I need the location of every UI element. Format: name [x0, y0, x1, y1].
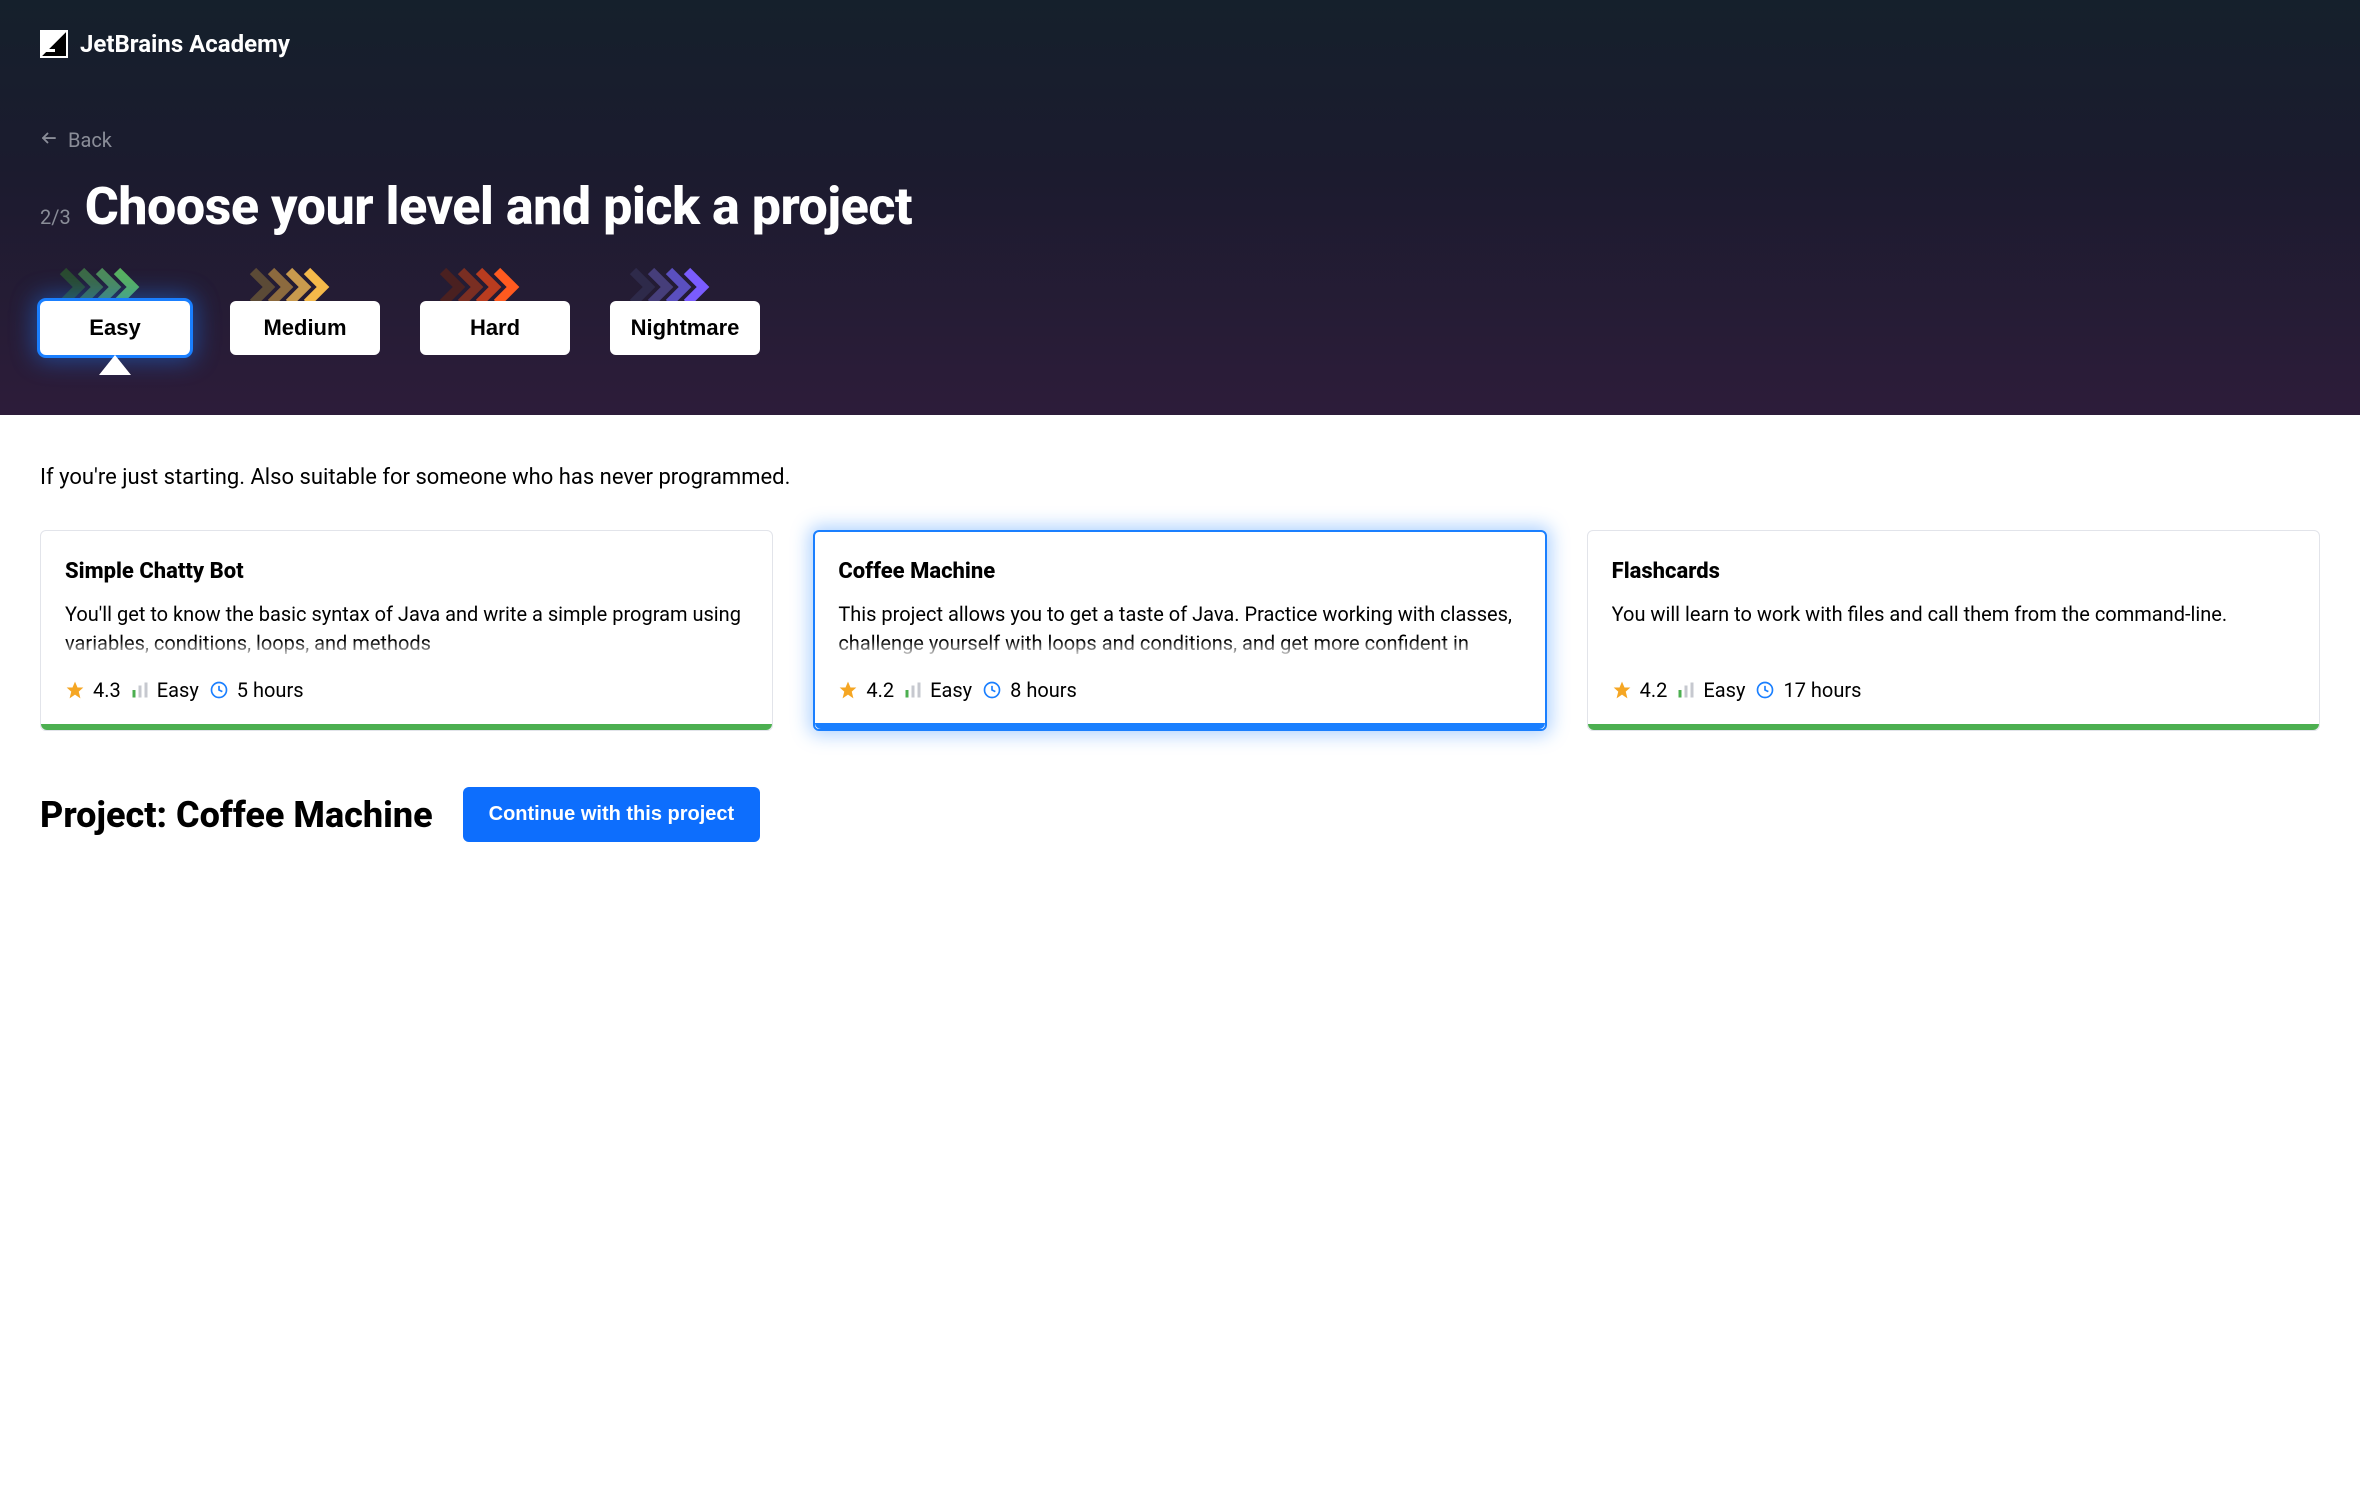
- level-button-easy[interactable]: Easy: [40, 301, 190, 355]
- project-meta: 4.2 Easy 8 hours: [838, 678, 1521, 702]
- active-tab-pointer-icon: [99, 355, 131, 375]
- clock-icon: [209, 680, 229, 700]
- star-icon: [838, 680, 858, 700]
- difficulty-bars-icon: [1677, 681, 1695, 699]
- back-button[interactable]: Back: [40, 128, 2320, 152]
- title-row: 2/3 Choose your level and pick a project: [40, 176, 2320, 237]
- project-difficulty: Easy: [930, 678, 972, 702]
- project-duration: 8 hours: [1010, 678, 1077, 702]
- project-cards-row: Simple Chatty Bot You'll get to know the …: [40, 530, 2320, 731]
- content-area: If you're just starting. Also suitable f…: [0, 415, 2360, 882]
- clock-icon: [982, 680, 1002, 700]
- level-description: If you're just starting. Also suitable f…: [40, 465, 2320, 490]
- footer-row: Project: Coffee Machine Continue with th…: [40, 787, 2320, 842]
- level-button-hard[interactable]: Hard: [420, 301, 570, 355]
- project-title: Flashcards: [1612, 559, 2295, 584]
- project-title: Simple Chatty Bot: [65, 559, 748, 584]
- level-tab-medium[interactable]: Medium: [230, 267, 380, 355]
- brand-row: JetBrains Academy: [40, 30, 2320, 58]
- project-rating: 4.3: [93, 678, 121, 702]
- back-label: Back: [68, 128, 112, 152]
- hero-section: JetBrains Academy Back 2/3 Choose your l…: [0, 0, 2360, 415]
- project-duration: 5 hours: [237, 678, 304, 702]
- project-card[interactable]: Coffee Machine This project allows you to…: [813, 530, 1546, 731]
- arrow-left-icon: [40, 128, 58, 152]
- clock-icon: [1755, 680, 1775, 700]
- level-tab-easy[interactable]: Easy: [40, 267, 190, 355]
- page-title: Choose your level and pick a project: [85, 176, 912, 237]
- project-title: Coffee Machine: [838, 559, 1521, 584]
- level-tabs: Easy Medium Hard Nightmare: [40, 267, 2320, 415]
- level-button-medium[interactable]: Medium: [230, 301, 380, 355]
- card-progress-bar: [815, 723, 1544, 729]
- star-icon: [65, 680, 85, 700]
- star-icon: [1612, 680, 1632, 700]
- project-description: You will learn to work with files and ca…: [1612, 600, 2295, 629]
- project-rating: 4.2: [1640, 678, 1668, 702]
- card-progress-bar: [1588, 724, 2319, 730]
- level-tab-hard[interactable]: Hard: [420, 267, 570, 355]
- project-duration: 17 hours: [1783, 678, 1861, 702]
- difficulty-bars-icon: [904, 681, 922, 699]
- brand-name: JetBrains Academy: [80, 30, 290, 58]
- project-difficulty: Easy: [1703, 678, 1745, 702]
- step-indicator: 2/3: [40, 205, 71, 229]
- project-description: You'll get to know the basic syntax of J…: [65, 600, 748, 658]
- selected-project-heading: Project: Coffee Machine: [40, 794, 433, 836]
- card-progress-bar: [41, 724, 772, 730]
- project-rating: 4.2: [866, 678, 894, 702]
- project-card[interactable]: Simple Chatty Bot You'll get to know the …: [40, 530, 773, 731]
- continue-button[interactable]: Continue with this project: [463, 787, 761, 842]
- project-description: This project allows you to get a taste o…: [838, 600, 1521, 658]
- project-meta: 4.3 Easy 5 hours: [65, 678, 748, 702]
- project-difficulty: Easy: [157, 678, 199, 702]
- project-meta: 4.2 Easy 17 hours: [1612, 678, 2295, 702]
- jetbrains-logo-icon: [40, 30, 68, 58]
- level-button-nightmare[interactable]: Nightmare: [610, 301, 760, 355]
- difficulty-bars-icon: [131, 681, 149, 699]
- level-tab-nightmare[interactable]: Nightmare: [610, 267, 760, 355]
- project-card[interactable]: Flashcards You will learn to work with fi…: [1587, 530, 2320, 731]
